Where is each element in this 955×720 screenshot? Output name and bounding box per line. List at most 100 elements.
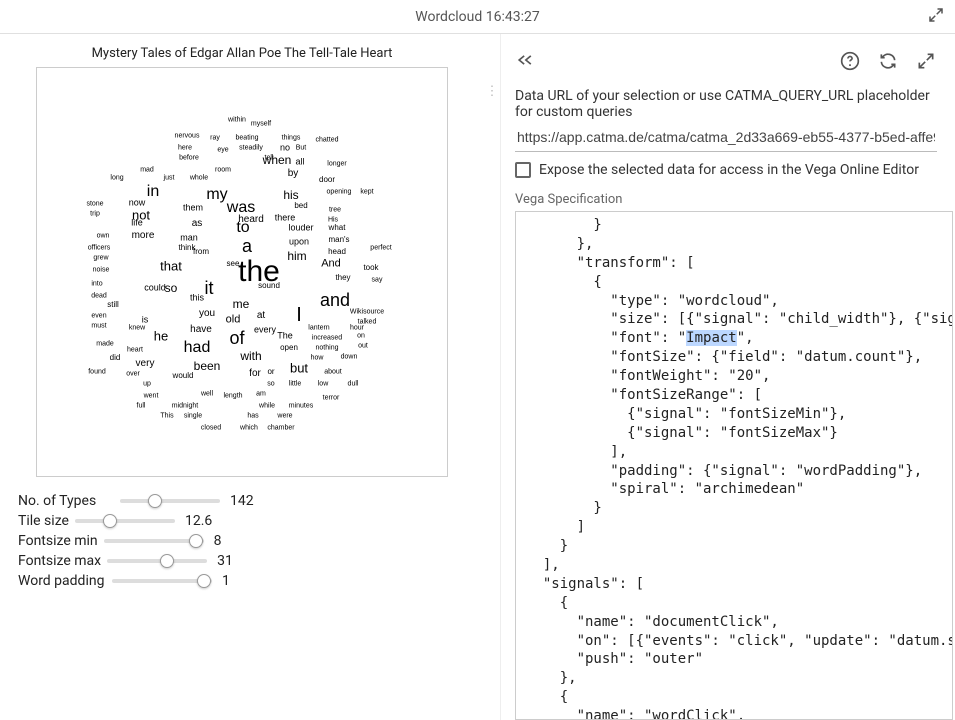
wordcloud-word[interactable]: so (165, 282, 178, 294)
wordcloud-word[interactable]: just (164, 175, 175, 182)
wordcloud-word[interactable]: me (233, 298, 250, 310)
wordcloud-word[interactable]: this (190, 294, 204, 303)
wordcloud-word[interactable]: very (136, 359, 155, 369)
wordcloud-word[interactable]: hour (350, 325, 364, 332)
wordcloud-word[interactable]: he (154, 330, 168, 343)
wordcloud-word[interactable]: down (341, 354, 358, 361)
wordcloud-word[interactable]: his (283, 189, 298, 201)
wordcloud-word[interactable]: which (240, 425, 258, 432)
wordcloud-word[interactable]: there (275, 214, 296, 223)
wordcloud-word[interactable]: with (240, 350, 261, 362)
wordcloud-word[interactable]: more (132, 231, 155, 241)
wordcloud-word[interactable]: little (289, 381, 301, 388)
wordcloud-word[interactable]: say (372, 277, 383, 284)
wordcloud-word[interactable]: they (335, 274, 350, 282)
wordcloud-word[interactable]: kept (360, 189, 373, 196)
wordcloud-word[interactable]: could (144, 284, 166, 293)
wordcloud-word[interactable]: have (190, 325, 212, 335)
wordcloud-word[interactable]: His (328, 217, 338, 224)
wordcloud-word[interactable]: long (110, 175, 123, 182)
wordcloud-word[interactable]: must (91, 323, 106, 330)
checkbox-icon[interactable] (515, 162, 531, 178)
slider-track-tile[interactable] (75, 513, 175, 529)
wordcloud-word[interactable]: out (358, 343, 368, 350)
wordcloud-word[interactable]: of (229, 329, 244, 347)
wordcloud-word[interactable]: closed (201, 425, 221, 432)
wordcloud-word[interactable]: by (288, 169, 299, 179)
expand-window-icon[interactable] (927, 6, 945, 28)
wordcloud-word[interactable]: at (257, 311, 265, 321)
wordcloud-word[interactable]: so (267, 381, 274, 388)
wordcloud-word[interactable]: been (194, 360, 221, 372)
wordcloud-word[interactable]: room (215, 167, 231, 174)
wordcloud-word[interactable]: bed (294, 202, 307, 210)
wordcloud-word[interactable]: before (179, 155, 199, 162)
wordcloud-word[interactable]: tell (265, 155, 274, 162)
url-input[interactable] (515, 123, 937, 152)
wordcloud-word[interactable]: for (249, 369, 261, 379)
slider-track-types[interactable] (120, 493, 220, 509)
wordcloud-word[interactable]: how (311, 355, 324, 362)
wordcloud-word[interactable]: see (227, 260, 240, 268)
wordcloud-word[interactable]: as (192, 219, 203, 229)
wordcloud-word[interactable]: him (287, 250, 306, 262)
slider-track-padding[interactable] (112, 573, 212, 589)
wordcloud-word[interactable]: things (282, 135, 301, 142)
wordcloud-word[interactable]: but (290, 362, 308, 375)
vega-spec-editor[interactable]: } }, "transform": [ { "type": "wordcloud… (515, 211, 953, 720)
wordcloud-word[interactable]: door (319, 176, 335, 184)
wordcloud-word[interactable]: would (173, 372, 194, 380)
wordcloud-word[interactable]: into (91, 281, 102, 288)
wordcloud-word[interactable]: or (267, 368, 274, 376)
wordcloud-word[interactable]: well (201, 391, 213, 398)
wordcloud-word[interactable]: trip (90, 211, 100, 218)
wordcloud-word[interactable]: had (184, 340, 211, 356)
wordcloud-word[interactable]: has (247, 413, 258, 420)
wordcloud-word[interactable]: The (277, 332, 293, 341)
wordcloud-word[interactable]: over (126, 371, 140, 378)
wordcloud-word[interactable]: chatted (316, 137, 339, 144)
wordcloud-word[interactable]: that (160, 260, 182, 273)
wordcloud-word[interactable]: increased (312, 335, 342, 342)
wordcloud-word[interactable]: even (91, 313, 106, 320)
wordcloud-word[interactable]: Wikisource (350, 309, 384, 316)
wordcloud-word[interactable]: noise (93, 267, 110, 274)
wordcloud-word[interactable]: found (88, 369, 106, 376)
wordcloud-word[interactable]: stone (86, 201, 103, 208)
wordcloud-word[interactable]: no (280, 144, 290, 153)
wordcloud-word[interactable]: terror (323, 395, 340, 402)
wordcloud-word[interactable]: up (143, 381, 151, 388)
wordcloud-word[interactable]: them (183, 204, 203, 213)
wordcloud-word[interactable]: officers (88, 245, 110, 252)
wordcloud-word[interactable]: what (329, 224, 346, 232)
wordcloud-word[interactable]: minutes (289, 403, 314, 410)
wordcloud-word[interactable]: while (259, 403, 275, 410)
wordcloud-word[interactable]: chamber (267, 425, 294, 432)
wordcloud-word[interactable]: eye (217, 147, 228, 154)
expand-panel-icon[interactable] (915, 50, 937, 72)
wordcloud-word[interactable]: I (296, 305, 302, 325)
wordcloud-word[interactable]: were (277, 413, 292, 420)
wordcloud-word[interactable]: dull (348, 381, 359, 388)
wordcloud-word[interactable]: my (206, 187, 227, 203)
wordcloud-word[interactable]: life (131, 219, 143, 228)
wordcloud-word[interactable]: man's (328, 236, 349, 244)
wordcloud-word[interactable]: it (205, 279, 214, 297)
wordcloud-word[interactable]: nothing (316, 345, 339, 352)
wordcloud-word[interactable]: steadily (239, 145, 263, 152)
wordcloud-word[interactable]: ray (210, 135, 220, 142)
wordcloud-canvas[interactable]: theandIofitatohadwasmyinnothethatbutmeso… (36, 67, 448, 477)
wordcloud-word[interactable]: a (242, 237, 252, 255)
wordcloud-word[interactable]: full (137, 403, 146, 410)
wordcloud-word[interactable]: and (320, 291, 350, 309)
wordcloud-word[interactable]: all (295, 158, 304, 167)
expose-checkbox-row[interactable]: Expose the selected data for access in t… (515, 162, 955, 178)
wordcloud-word[interactable]: still (107, 301, 119, 309)
wordcloud-word[interactable]: nervous (175, 133, 200, 140)
slider-track-fontmin[interactable] (104, 533, 204, 549)
wordcloud-word[interactable]: whole (190, 175, 208, 182)
wordcloud-word[interactable]: This (160, 413, 173, 420)
chevron-left-icon[interactable] (515, 51, 535, 72)
wordcloud-word[interactable]: think (179, 244, 196, 252)
wordcloud-word[interactable]: dead (91, 293, 107, 300)
